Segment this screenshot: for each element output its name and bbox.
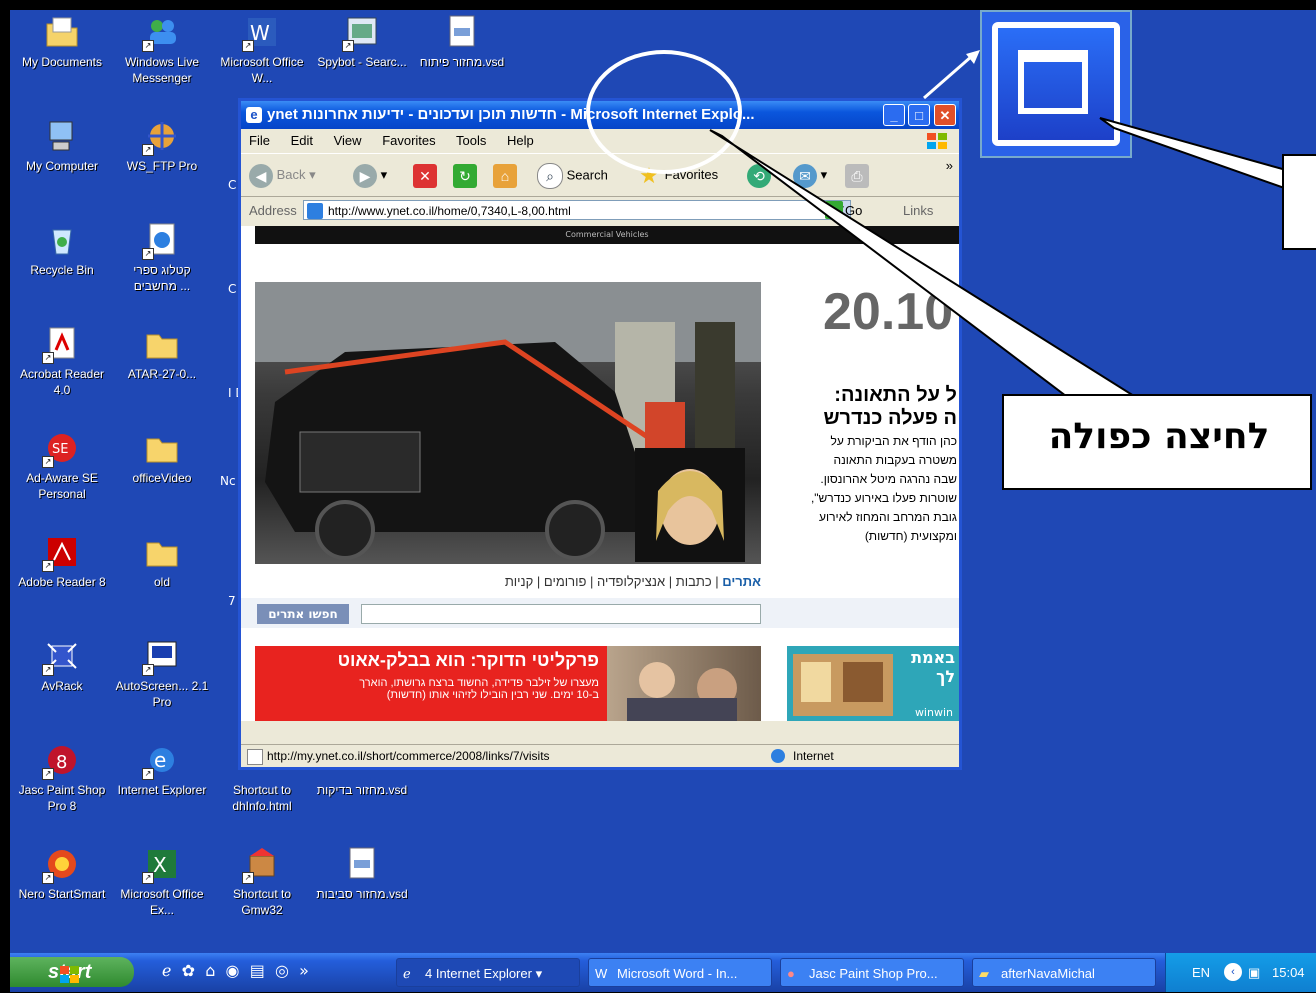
taskbar: start ℯ ✿ ⌂ ◉ ▤ ◎ » ℯ4 Internet Explorer… bbox=[10, 953, 1316, 992]
folder-icon: ▰ bbox=[979, 966, 989, 981]
start-button[interactable]: start bbox=[10, 957, 134, 987]
system-tray: EN ‹ ▣ 15:04 bbox=[1165, 953, 1316, 992]
player-icon[interactable]: ◎ bbox=[275, 961, 289, 980]
task-paintshop[interactable]: ● Jasc Paint Shop Pro... bbox=[780, 958, 964, 987]
network-icon[interactable]: ▣ bbox=[1248, 953, 1260, 992]
windows-logo-icon bbox=[22, 963, 79, 983]
desktop-icon[interactable]: ⌂ bbox=[205, 961, 215, 980]
task-internet-explorer[interactable]: ℯ4 Internet Explorer ▾ bbox=[396, 958, 580, 987]
paintshop-icon: ● bbox=[787, 966, 795, 981]
quick-launch: ℯ ✿ ⌂ ◉ ▤ ◎ » bbox=[162, 961, 309, 983]
tray-expand-icon[interactable]: ‹ bbox=[1224, 963, 1242, 981]
annotation-callout: לחיצה כפולה bbox=[1002, 394, 1312, 490]
media-icon[interactable]: ✿ bbox=[182, 961, 195, 980]
task-folder[interactable]: ▰ afterNavaMichal bbox=[972, 958, 1156, 987]
quick-launch-more[interactable]: » bbox=[299, 961, 309, 980]
callout-text: לחיצה כפולה bbox=[1048, 416, 1270, 457]
outlook-icon[interactable]: ◉ bbox=[226, 961, 240, 980]
folder-icon[interactable]: ▤ bbox=[250, 961, 265, 980]
word-icon: W bbox=[595, 966, 608, 981]
language-indicator[interactable]: EN bbox=[1192, 953, 1210, 992]
task-word[interactable]: W Microsoft Word - In... bbox=[588, 958, 772, 987]
ie-icon[interactable]: ℯ bbox=[162, 961, 171, 980]
clock[interactable]: 15:04 bbox=[1272, 953, 1305, 992]
desktop: My Documents My Computer Recycle Bin ↗ A… bbox=[10, 10, 1316, 953]
ie-icon: ℯ bbox=[403, 966, 411, 981]
annotation-callout-partial bbox=[1282, 154, 1316, 250]
